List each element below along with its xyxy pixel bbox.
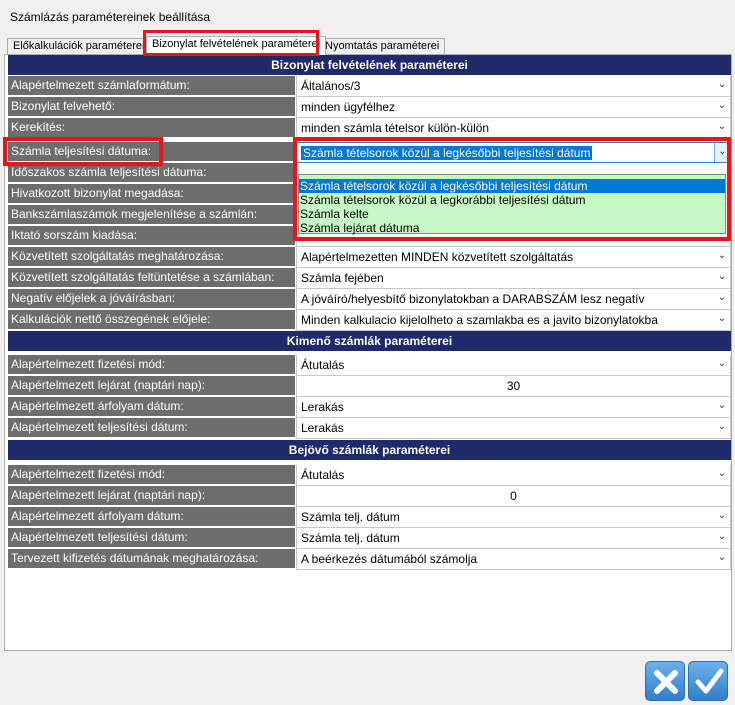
param-row-kimeno-teljesitesi: Alapértelmezett teljesítési dátum: Lerak…	[8, 418, 731, 439]
tab-bar: Előkalkulációk paraméterei Bizonylat fel…	[4, 36, 731, 55]
param-label: Bizonylat felvehető:	[8, 97, 295, 117]
dropdown-option[interactable]: Számla kelte	[299, 207, 725, 221]
chevron-down-icon[interactable]: ⌄	[717, 421, 727, 433]
param-row-negativ-elojelek: Negatív előjelek a jóváírásban: A jóváír…	[8, 289, 731, 310]
tab-nyomtatas[interactable]: Nyomtatás paraméterei	[319, 38, 446, 54]
param-row-kozvetitett-meghatarozas: Közvetített szolgáltatás meghatározása: …	[8, 247, 731, 268]
param-row-kerekites: Kerekítés: minden számla tételsor külön-…	[8, 118, 731, 139]
chevron-down-icon[interactable]: ⌄	[717, 271, 727, 283]
chevron-down-icon[interactable]: ⌄	[717, 121, 727, 133]
param-select-kozvetitett-meghatarozas[interactable]: Alapértelmezetten MINDEN közvetített szo…	[296, 247, 731, 268]
param-select-bizonylat-felveheto[interactable]: minden ügyfélhez ⌄	[296, 97, 731, 118]
param-select-bejovo-fizetesi-mod[interactable]: Átutalás ⌄	[296, 465, 731, 486]
chevron-down-icon[interactable]: ⌄	[717, 250, 727, 262]
param-select-bejovo-arfolyam[interactable]: Számla telj. dátum ⌄	[296, 507, 731, 528]
param-select-kalkulaciok[interactable]: Minden kalkulacio kijelolheto a szamlakb…	[296, 310, 731, 331]
param-row-kalkulaciok: Kalkulációk nettő összegének előjele: Mi…	[8, 310, 731, 331]
param-select-kozvetitett-feltuntetes[interactable]: Számla fejében ⌄	[296, 268, 731, 289]
tab-content: Bizonylat felvételének paraméterei Alapé…	[4, 54, 732, 651]
chevron-down-icon[interactable]: ⌄	[717, 292, 727, 304]
dropdown-option[interactable]: Számla tételsorok közül a legkésőbbi tel…	[299, 179, 725, 193]
param-row-bejovo-tervezett-kifizetes: Tervezett kifizetés dátumának meghatároz…	[8, 549, 731, 570]
param-input-bejovo-lejarat[interactable]: 0	[296, 486, 731, 507]
param-select-kimeno-arfolyam[interactable]: Lerakás ⌄	[296, 397, 731, 418]
chevron-down-icon[interactable]: ⌄	[717, 313, 727, 325]
teljesitesi-datum-dropdown-list: Számla tételsorok közül a legkésőbbi tel…	[298, 174, 726, 235]
param-label: Alapértelmezett teljesítési dátum:	[8, 528, 295, 548]
param-select-kerekites[interactable]: minden számla tételsor külön-külön ⌄	[296, 118, 731, 139]
param-row-bejovo-lejarat: Alapértelmezett lejárat (naptári nap): 0	[8, 486, 731, 507]
checkmark-icon	[695, 668, 724, 694]
chevron-down-icon[interactable]: ⌄	[717, 531, 727, 543]
chevron-down-icon[interactable]: ⌄	[717, 100, 727, 112]
param-label: Alapértelmezett lejárat (naptári nap):	[8, 486, 295, 506]
param-label: Számla teljesítési dátuma:	[8, 142, 295, 162]
chevron-down-icon[interactable]: ⌄	[717, 400, 727, 412]
param-label: Közvetített szolgáltatás feltüntetése a …	[8, 268, 295, 288]
dropdown-option[interactable]: Számla lejárat dátuma	[299, 221, 725, 235]
param-row-kimeno-fizetesi-mod: Alapértelmezett fizetési mód: Átutalás ⌄	[8, 355, 731, 376]
param-row-kozvetitett-feltuntetes: Közvetített szolgáltatás feltüntetése a …	[8, 268, 731, 289]
param-label: Negatív előjelek a jóváírásban:	[8, 289, 295, 309]
param-select-bejovo-tervezett-kifizetes[interactable]: A beérkezés dátumából számolja ⌄	[296, 549, 731, 570]
section-header-bizonylat: Bizonylat felvételének paraméterei	[8, 55, 731, 75]
param-label: Kerekítés:	[8, 118, 295, 138]
param-select-bejovo-teljesitesi[interactable]: Számla telj. dátum ⌄	[296, 528, 731, 549]
param-row-bejovo-fizetesi-mod: Alapértelmezett fizetési mód: Átutalás ⌄	[8, 465, 731, 486]
param-label: Közvetített szolgáltatás meghatározása:	[8, 247, 295, 267]
cancel-button[interactable]	[645, 661, 685, 701]
tab-elokalkulaciok[interactable]: Előkalkulációk paraméterei	[7, 38, 151, 54]
param-label: Alapértelmezett teljesítési dátum:	[8, 418, 295, 438]
param-row-bejovo-arfolyam: Alapértelmezett árfolyam dátum: Számla t…	[8, 507, 731, 528]
tab-bizonylat-felvetel[interactable]: Bizonylat felvételének paraméterei	[146, 36, 327, 55]
param-input-kimeno-lejarat[interactable]: 30	[296, 376, 731, 397]
chevron-down-icon[interactable]: ⌄	[717, 79, 727, 91]
param-row-kimeno-arfolyam: Alapértelmezett árfolyam dátum: Lerakás ⌄	[8, 397, 731, 418]
param-label: Kalkulációk nettő összegének előjele:	[8, 310, 295, 330]
param-row-bejovo-teljesitesi: Alapértelmezett teljesítési dátum: Száml…	[8, 528, 731, 549]
param-row-szamlaformatum: Alapértelmezett számlaformátum: Általáno…	[8, 76, 731, 97]
param-label: Alapértelmezett lejárat (naptári nap):	[8, 376, 295, 396]
param-label: Hivatkozott bizonylat megadása:	[8, 184, 295, 204]
section-header-bejovo: Bejövő számlák paraméterei	[8, 440, 731, 460]
param-label: Időszakos számla teljesítési dátuma:	[8, 163, 295, 183]
param-select-szamlaformatum[interactable]: Általános/3 ⌄	[296, 76, 731, 97]
param-row-bizonylat-felveheto: Bizonylat felvehető: minden ügyfélhez ⌄	[8, 97, 731, 118]
param-label: Alapértelmezett árfolyam dátum:	[8, 397, 295, 417]
chevron-down-icon[interactable]: ⌄	[717, 510, 727, 522]
param-label: Alapértelmezett árfolyam dátum:	[8, 507, 295, 527]
param-select-kimeno-teljesitesi[interactable]: Lerakás ⌄	[296, 418, 731, 439]
param-label: Alapértelmezett fizetési mód:	[8, 355, 295, 375]
param-label: Tervezett kifizetés dátumának meghatároz…	[8, 549, 295, 569]
param-label: Bankszámlaszámok megjelenítése a számlán…	[8, 205, 295, 225]
ok-button[interactable]	[688, 661, 728, 701]
param-select-kimeno-fizetesi-mod[interactable]: Átutalás ⌄	[296, 355, 731, 376]
chevron-down-icon[interactable]: ⌄	[717, 552, 727, 564]
param-label: Alapértelmezett számlaformátum:	[8, 76, 295, 96]
chevron-down-icon[interactable]: ⌄	[714, 143, 730, 162]
param-label: Alapértelmezett fizetési mód:	[8, 465, 295, 485]
section-header-kimeno: Kimenő számlák paraméterei	[8, 331, 731, 351]
window-title: Számlázás paramétereinek beállítása	[10, 10, 211, 24]
param-select-teljesitesi-datum[interactable]: Számla tételsorok közül a legkésőbbi tel…	[296, 142, 731, 163]
param-row-kimeno-lejarat: Alapértelmezett lejárat (naptári nap): 3…	[8, 376, 731, 397]
chevron-down-icon[interactable]: ⌄	[717, 358, 727, 370]
param-row-teljesitesi-datum: Számla teljesítési dátuma: Számla tétels…	[8, 142, 731, 163]
param-select-negativ-elojelek[interactable]: A jóváíró/helyesbítő bizonylatokban a DA…	[296, 289, 731, 310]
chevron-down-icon[interactable]: ⌄	[717, 468, 727, 480]
dropdown-option[interactable]: Számla tételsorok közül a legkorábbi tel…	[299, 193, 725, 207]
close-icon	[654, 670, 678, 694]
param-label: Iktató sorszám kiadása:	[8, 226, 295, 246]
